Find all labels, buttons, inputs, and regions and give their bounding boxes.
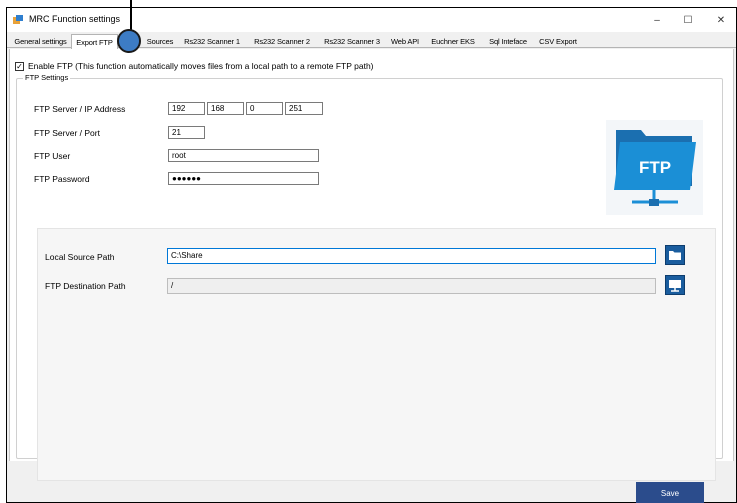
ftp-destination-path-input[interactable]: /: [167, 278, 656, 294]
ftp-user-label: FTP User: [34, 151, 71, 161]
tab-csv-export[interactable]: CSV Export: [535, 35, 581, 48]
tab-rs232-scanner-3[interactable]: Rs232 Scanner 3: [319, 35, 385, 48]
tab-web-api[interactable]: Web API: [387, 35, 423, 48]
maximize-button[interactable]: ☐: [673, 10, 703, 30]
export-ftp-panel: ✓ Enable FTP (This function automaticall…: [9, 49, 734, 481]
ip-octet-2-input[interactable]: 168: [207, 102, 244, 115]
ftp-logo-text: FTP: [639, 158, 671, 177]
browse-ftp-folder-button[interactable]: [665, 275, 685, 295]
tab-sql-interface[interactable]: Sql Inteface: [483, 35, 533, 48]
callout-pointer-line: [130, 0, 132, 30]
window-title: MRC Function settings: [29, 14, 121, 24]
ftp-port-input[interactable]: 21: [168, 126, 205, 139]
enable-ftp-checkbox[interactable]: ✓: [15, 61, 24, 71]
ftp-password-input[interactable]: ●●●●●●: [168, 172, 319, 185]
minimize-button[interactable]: –: [642, 10, 672, 30]
local-source-path-label: Local Source Path: [45, 252, 115, 262]
tab-rs232-scanner-2[interactable]: Rs232 Scanner 2: [249, 35, 315, 48]
paths-panel: Local Source Path C:\Share FTP Destinati…: [37, 228, 716, 481]
ftp-password-label: FTP Password: [34, 174, 90, 184]
app-icon: [13, 15, 23, 24]
browse-local-folder-button[interactable]: [665, 245, 685, 265]
ftp-settings-legend: FTP Settings: [23, 73, 71, 82]
save-button[interactable]: Save: [636, 482, 704, 503]
folder-icon: [669, 251, 681, 260]
tab-euchner-eks[interactable]: Euchner EKS: [425, 35, 481, 48]
tab-export-ftp[interactable]: Export FTP: [71, 34, 118, 49]
ftp-port-label: FTP Server / Port: [34, 128, 100, 138]
tab-sources[interactable]: Sources: [142, 35, 178, 48]
ip-octet-3-input[interactable]: 0: [246, 102, 283, 115]
callout-marker: [117, 29, 141, 53]
tab-general-settings[interactable]: General settings: [9, 35, 72, 48]
ftp-folder-logo: FTP: [606, 120, 703, 215]
settings-window: MRC Function settings – ☐ ✕ General sett…: [6, 7, 737, 503]
ip-octet-4-input[interactable]: 251: [285, 102, 323, 115]
close-button[interactable]: ✕: [706, 10, 736, 30]
enable-ftp-row[interactable]: ✓ Enable FTP (This function automaticall…: [15, 61, 374, 71]
local-source-path-input[interactable]: C:\Share: [167, 248, 656, 264]
ip-octet-1-input[interactable]: 192: [168, 102, 205, 115]
remote-folder-icon: [669, 280, 681, 292]
title-bar: MRC Function settings – ☐ ✕: [7, 8, 736, 32]
ftp-server-label: FTP Server / IP Address: [34, 104, 126, 114]
ftp-folder-icon: FTP: [614, 130, 696, 206]
enable-ftp-label: Enable FTP (This function automatically …: [28, 61, 374, 71]
tab-rs232-scanner-1[interactable]: Rs232 Scanner 1: [179, 35, 245, 48]
ftp-destination-path-label: FTP Destination Path: [45, 281, 126, 291]
ftp-user-input[interactable]: root: [168, 149, 319, 162]
ftp-settings-group: FTP Settings FTP Server / IP Address 192…: [16, 73, 723, 481]
